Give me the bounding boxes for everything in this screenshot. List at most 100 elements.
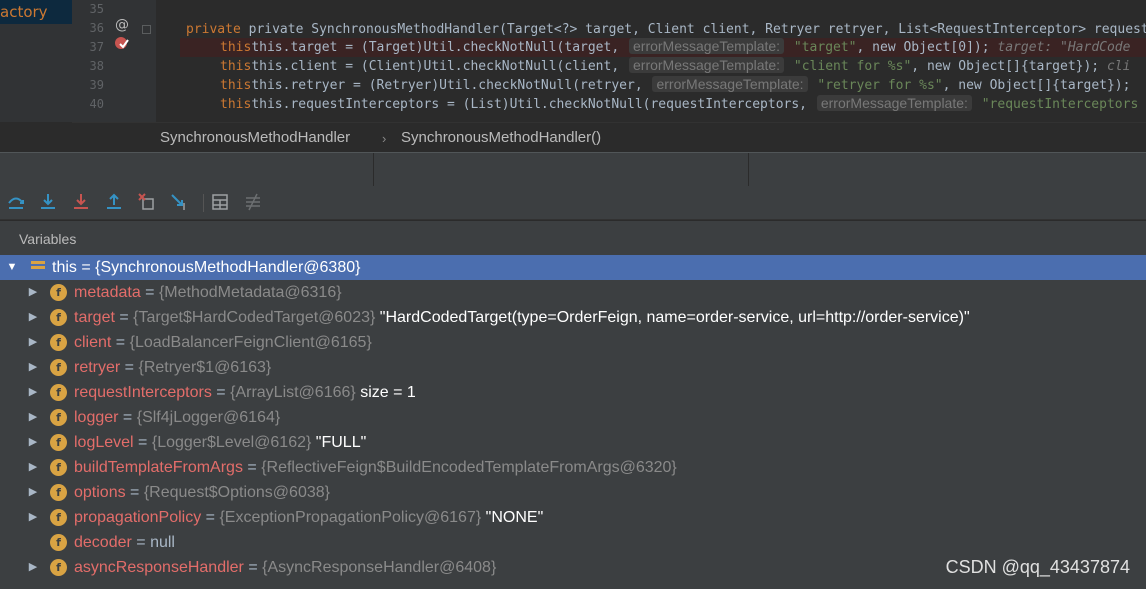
expand-arrow-icon[interactable]: ▼ bbox=[5, 255, 19, 280]
line-number: 40 bbox=[89, 97, 104, 111]
equals-sign: = bbox=[114, 309, 134, 326]
variable-name: logLevel bbox=[74, 434, 134, 451]
variables-tree[interactable]: ▼ this = {SynchronousMethodHandler@6380}… bbox=[0, 255, 1146, 589]
variable-row[interactable]: ▶ f buildTemplateFromArgs = {ReflectiveFei… bbox=[0, 455, 1146, 480]
param-hint: errorMessageTemplate: bbox=[629, 38, 785, 54]
equals-sign: = bbox=[131, 534, 151, 551]
code-editor[interactable]: actory 35 36 37 38 39 40 @ private priva… bbox=[0, 0, 1146, 122]
code-line: thisthis.client = (Client)Util.checkNotN… bbox=[220, 57, 1131, 74]
variable-row[interactable]: ▶ f metadata = {MethodMetadata@6316} bbox=[0, 280, 1146, 305]
breadcrumb-class[interactable]: SynchronousMethodHandler bbox=[160, 129, 350, 146]
variable-name: client bbox=[74, 334, 112, 351]
line-number: 37 bbox=[89, 40, 104, 54]
code-text: , new Object[]{target}); bbox=[911, 59, 1100, 74]
field-icon: f bbox=[50, 559, 67, 576]
override-icon[interactable]: @ bbox=[115, 17, 129, 33]
breadcrumb: SynchronousMethodHandler › SynchronousMe… bbox=[72, 122, 1146, 152]
trace-stream-icon[interactable] bbox=[242, 192, 264, 214]
code-text: this.client = (Client)Util.checkNotNull(… bbox=[251, 59, 627, 74]
variable-row[interactable]: ▶ f logLevel = {Logger$Level@6162} "FULL" bbox=[0, 430, 1146, 455]
equals-sign: = bbox=[201, 509, 220, 526]
expand-arrow-icon[interactable]: ▶ bbox=[26, 305, 40, 330]
drop-frame-icon[interactable] bbox=[136, 192, 158, 214]
divider bbox=[373, 153, 374, 187]
variable-value: size = 1 bbox=[360, 384, 416, 401]
expand-arrow-icon[interactable]: ▶ bbox=[26, 280, 40, 305]
expand-arrow-icon[interactable]: ▶ bbox=[26, 430, 40, 455]
variable-ref: {Logger$Level@6162} bbox=[151, 434, 312, 451]
variable-value: "NONE" bbox=[485, 509, 544, 526]
breakpoint-icon[interactable] bbox=[115, 36, 129, 54]
expand-arrow-icon[interactable]: ▶ bbox=[26, 405, 40, 430]
code-string: "retryer for %s" bbox=[809, 78, 943, 93]
inline-value: target: "HardCode bbox=[989, 40, 1131, 55]
field-icon: f bbox=[50, 284, 67, 301]
variable-value: = {SynchronousMethodHandler@6380} bbox=[76, 259, 361, 276]
variable-ref: {Slf4jLogger@6164} bbox=[136, 409, 281, 426]
field-icon: f bbox=[50, 534, 67, 551]
expand-arrow-icon[interactable]: ▶ bbox=[26, 355, 40, 380]
variable-ref: {ExceptionPropagationPolicy@6167} bbox=[219, 509, 482, 526]
divider bbox=[748, 153, 749, 187]
variable-value: null bbox=[150, 534, 175, 551]
variable-row[interactable]: f decoder = null bbox=[0, 530, 1146, 555]
field-icon: f bbox=[50, 459, 67, 476]
variable-ref: {Target$HardCodedTarget@6023} bbox=[133, 309, 376, 326]
param-hint: errorMessageTemplate: bbox=[816, 95, 972, 111]
breadcrumb-method[interactable]: SynchronousMethodHandler() bbox=[401, 129, 601, 146]
equals-sign: = bbox=[111, 334, 130, 351]
expand-arrow-icon[interactable]: ▶ bbox=[26, 480, 40, 505]
variable-row-this[interactable]: ▼ this = {SynchronousMethodHandler@6380} bbox=[0, 255, 1146, 280]
field-icon: f bbox=[50, 434, 67, 451]
variable-name: this bbox=[52, 259, 77, 276]
equals-sign: = bbox=[140, 284, 159, 301]
equals-sign: = bbox=[118, 409, 137, 426]
variable-row[interactable]: ▶ f retryer = {Retryer$1@6163} bbox=[0, 355, 1146, 380]
variable-ref: {Request$Options@6038} bbox=[143, 484, 330, 501]
expand-arrow-icon[interactable]: ▶ bbox=[26, 380, 40, 405]
variable-ref: {Retryer$1@6163} bbox=[138, 359, 272, 376]
step-over-icon[interactable] bbox=[5, 192, 27, 214]
project-tree-strip: actory bbox=[0, 0, 72, 122]
expand-arrow-icon[interactable]: ▶ bbox=[26, 455, 40, 480]
code-text: private SynchronousMethodHandler(Target<… bbox=[248, 22, 1146, 37]
equals-sign: = bbox=[211, 384, 231, 401]
code-line-current: thisthis.target = (Target)Util.checkNotN… bbox=[180, 38, 1146, 57]
line-number: 38 bbox=[89, 59, 104, 73]
code-string: "client for %s" bbox=[786, 59, 912, 74]
variable-name: target bbox=[74, 309, 115, 326]
variable-name: propagationPolicy bbox=[74, 509, 202, 526]
field-icon: f bbox=[50, 359, 67, 376]
variable-row[interactable]: ▶ f target = {Target$HardCodedTarget@6023}… bbox=[0, 305, 1146, 330]
evaluate-expression-icon[interactable] bbox=[209, 192, 231, 214]
watermark: CSDN @qq_43437874 bbox=[945, 557, 1130, 577]
variable-ref: {ReflectiveFeign$BuildEncodedTemplateFro… bbox=[261, 459, 677, 476]
code-text: , new Object[0]); bbox=[856, 40, 990, 55]
variable-row[interactable]: ▶ f logger = {Slf4jLogger@6164} bbox=[0, 405, 1146, 430]
variable-row[interactable]: ▶ f propagationPolicy = {ExceptionPropagat… bbox=[0, 505, 1146, 530]
equals-sign: = bbox=[120, 359, 139, 376]
code-text: , new Object[]{target}); bbox=[942, 78, 1131, 93]
variable-row[interactable]: ▶ f requestInterceptors = {ArrayList@6166}… bbox=[0, 380, 1146, 405]
variable-row[interactable]: ▶ f options = {Request$Options@6038} bbox=[0, 480, 1146, 505]
debug-tab-strip bbox=[0, 152, 1146, 187]
code-area[interactable]: private private SynchronousMethodHandler… bbox=[156, 0, 1146, 122]
equals-sign: = bbox=[133, 434, 152, 451]
run-to-cursor-icon[interactable] bbox=[169, 192, 191, 214]
field-icon: f bbox=[50, 484, 67, 501]
expand-arrow-icon[interactable]: ▶ bbox=[26, 505, 40, 530]
variable-name: retryer bbox=[74, 359, 121, 376]
fold-marker-icon[interactable] bbox=[142, 25, 151, 34]
equals-sign: = bbox=[242, 459, 262, 476]
force-step-into-icon[interactable] bbox=[70, 192, 92, 214]
variable-row[interactable]: ▶ f client = {LoadBalancerFeignClient@6165… bbox=[0, 330, 1146, 355]
step-out-icon[interactable] bbox=[103, 192, 125, 214]
expand-arrow-icon[interactable]: ▶ bbox=[26, 555, 40, 580]
expand-arrow-icon[interactable]: ▶ bbox=[26, 330, 40, 355]
variable-name: decoder bbox=[74, 534, 132, 551]
code-string: "target" bbox=[786, 40, 857, 55]
variable-name: options bbox=[74, 484, 126, 501]
line-number: 39 bbox=[89, 78, 104, 92]
project-tree-item[interactable]: actory bbox=[0, 0, 72, 24]
step-into-icon[interactable] bbox=[37, 192, 59, 214]
